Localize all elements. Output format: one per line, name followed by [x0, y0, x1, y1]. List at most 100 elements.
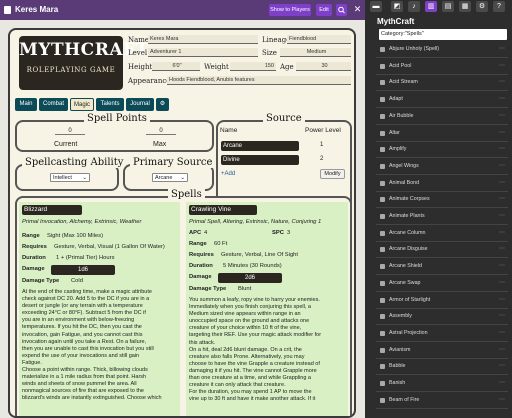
journal-icon[interactable]: ▤ — [442, 1, 454, 12]
weight-field[interactable]: 150 — [230, 62, 276, 71]
more-options-icon[interactable]: ⋯ — [499, 379, 505, 386]
more-options-icon[interactable]: ⋯ — [499, 162, 505, 169]
more-options-icon[interactable]: ⋯ — [499, 362, 505, 369]
compendium-item[interactable]: Avianism ⋯ — [376, 343, 508, 359]
compendium-item[interactable]: Animal Bond ⋯ — [376, 176, 508, 192]
more-options-icon[interactable]: ⋯ — [499, 229, 505, 236]
compendium-item[interactable]: Animate Plants ⋯ — [376, 209, 508, 225]
more-options-icon[interactable]: ⋯ — [499, 179, 505, 186]
compendium-item[interactable]: Arcane Disguise ⋯ — [376, 242, 508, 259]
age-field[interactable]: 30 — [296, 62, 351, 71]
desc-line: nonmagical sources of fire that are expo… — [22, 388, 144, 395]
more-options-icon[interactable]: ⋯ — [499, 279, 505, 286]
more-options-icon[interactable]: ⋯ — [499, 296, 505, 303]
cards-icon[interactable]: ▦ — [459, 1, 471, 12]
compendium-item[interactable]: Acid Pool ⋯ — [376, 59, 508, 75]
show-to-players-button[interactable]: Show to Players — [269, 4, 311, 16]
tab-main[interactable]: Main — [15, 98, 37, 111]
more-options-icon[interactable]: ⋯ — [499, 95, 505, 102]
more-options-icon[interactable]: ⋯ — [499, 129, 505, 136]
compendium-item[interactable]: Assembly ⋯ — [376, 309, 508, 326]
tab-combat[interactable]: Combat — [39, 98, 68, 111]
compendium-item[interactable]: Angel Wings ⋯ — [376, 159, 508, 175]
primary-source-select[interactable]: Arcane ⌄ — [152, 173, 188, 182]
compendium-item[interactable]: Arcane Column ⋯ — [376, 226, 508, 242]
close-icon[interactable]: ✕ — [352, 3, 363, 16]
lineage-field[interactable]: Fiendblood — [287, 35, 351, 44]
spell-card-crawling-vine: Crawling Vine Primal Spell, Altering, Ex… — [186, 202, 348, 416]
more-options-icon[interactable]: ⋯ — [499, 45, 505, 52]
compendium-item[interactable]: Arcane Shield ⋯ — [376, 259, 508, 276]
more-options-icon[interactable]: ⋯ — [499, 262, 505, 269]
compendium-icon[interactable]: ▥ — [425, 1, 437, 12]
compendium-item-label: Avianism — [389, 346, 411, 353]
spell-icon — [380, 364, 385, 370]
spell-name[interactable]: Crawling Vine — [189, 205, 257, 215]
more-options-icon[interactable]: ⋯ — [499, 145, 505, 152]
add-source-button[interactable]: +Add — [221, 171, 235, 177]
height-field[interactable]: 6'0" — [152, 62, 200, 71]
requires-label: Requires — [189, 252, 214, 258]
more-options-icon[interactable]: ⋯ — [499, 396, 505, 403]
more-options-icon[interactable]: ⋯ — [499, 245, 505, 252]
compendium-item[interactable]: Abjure Unholy (Spell) ⋯ — [376, 42, 508, 58]
damage-value[interactable]: 2d6 — [218, 273, 282, 283]
source-name-arcane[interactable]: Arcane — [221, 141, 299, 151]
appearance-field[interactable]: Hoods Fiendblood, Anubis features — [167, 76, 351, 85]
damage-value[interactable]: 1d6 — [51, 265, 115, 275]
more-options-icon[interactable]: ⋯ — [499, 346, 505, 353]
gear-icon[interactable]: ⚙ — [156, 98, 169, 111]
more-options-icon[interactable]: ⋯ — [499, 212, 505, 219]
compendium-item[interactable]: Amplify ⋯ — [376, 142, 508, 159]
compendium-item[interactable]: Armor of Starlight ⋯ — [376, 293, 508, 309]
more-options-icon[interactable]: ⋯ — [499, 112, 505, 119]
compendium-item[interactable]: Arcane Swap ⋯ — [376, 276, 508, 292]
tab-magic[interactable]: Magic — [70, 98, 94, 111]
modify-button[interactable]: Modify — [320, 169, 345, 179]
art-icon[interactable]: ◩ — [391, 1, 403, 12]
more-options-icon[interactable]: ⋯ — [499, 62, 505, 69]
help-icon[interactable]: ? — [493, 1, 505, 12]
spell-name[interactable]: Blizzard — [22, 205, 82, 215]
desc-line: invocation again until you take a Rest. … — [22, 338, 147, 345]
spell-points-max[interactable]: 0 — [146, 128, 176, 135]
spellcasting-ability-select[interactable]: Intellect ⌄ — [50, 173, 90, 182]
more-options-icon[interactable]: ⋯ — [499, 78, 505, 85]
compendium-item[interactable]: Acid Stream ⋯ — [376, 75, 508, 92]
desc-line: invocation, gain Fatigue, and you cannot… — [22, 331, 143, 338]
desc-line: you are in an environment with below-fre… — [22, 317, 135, 324]
gear-icon[interactable]: ⚙ — [476, 1, 488, 12]
compendium-item[interactable]: Air Bubble ⋯ — [376, 109, 508, 125]
tab-journal[interactable]: Journal — [126, 98, 154, 111]
apc-label: APC — [189, 230, 202, 236]
more-options-icon[interactable]: ⋯ — [499, 195, 505, 202]
compendium-search-input[interactable]: Category:"Spells" — [379, 29, 507, 40]
music-icon[interactable]: ♪ — [408, 1, 420, 12]
size-field[interactable]: Medium — [280, 48, 351, 57]
chat-icon[interactable]: ▬ — [370, 1, 382, 12]
requires-value: Gesture, Verbal, Visual (1 Gallon Of Wat… — [54, 244, 165, 250]
spell-points-current[interactable]: 0 — [55, 128, 85, 135]
level-field[interactable]: Adventurer 1 — [148, 48, 258, 57]
name-field[interactable]: Keres Mara — [148, 35, 258, 44]
tab-talents[interactable]: Talents — [96, 98, 124, 111]
compendium-item[interactable]: Adapt ⋯ — [376, 92, 508, 109]
source-name-divine[interactable]: Divine — [221, 155, 299, 165]
damage-type-label: Damage Type — [189, 286, 227, 292]
compendium-item-label: Astral Projection — [389, 329, 428, 336]
edit-button[interactable]: Edit — [316, 4, 332, 16]
desc-line: winds and sheets of snow pummel the area… — [22, 381, 137, 388]
search-icon[interactable] — [336, 4, 347, 16]
more-options-icon[interactable]: ⋯ — [499, 329, 505, 336]
source-power-divine[interactable]: 2 — [320, 156, 323, 162]
source-power-arcane[interactable]: 1 — [320, 142, 323, 148]
compendium-item-label: Banish — [389, 380, 406, 386]
compendium-item[interactable]: Banish ⋯ — [376, 376, 508, 392]
compendium-item[interactable]: Altar ⋯ — [376, 126, 508, 142]
compendium-item[interactable]: Babble ⋯ — [376, 359, 508, 376]
compendium-item[interactable]: Beam of Fire ⋯ — [376, 393, 508, 409]
more-options-icon[interactable]: ⋯ — [499, 312, 505, 319]
compendium-item[interactable]: Animate Corpses ⋯ — [376, 192, 508, 209]
damage-type-label: Damage Type — [22, 278, 60, 284]
compendium-item[interactable]: Astral Projection ⋯ — [376, 326, 508, 342]
